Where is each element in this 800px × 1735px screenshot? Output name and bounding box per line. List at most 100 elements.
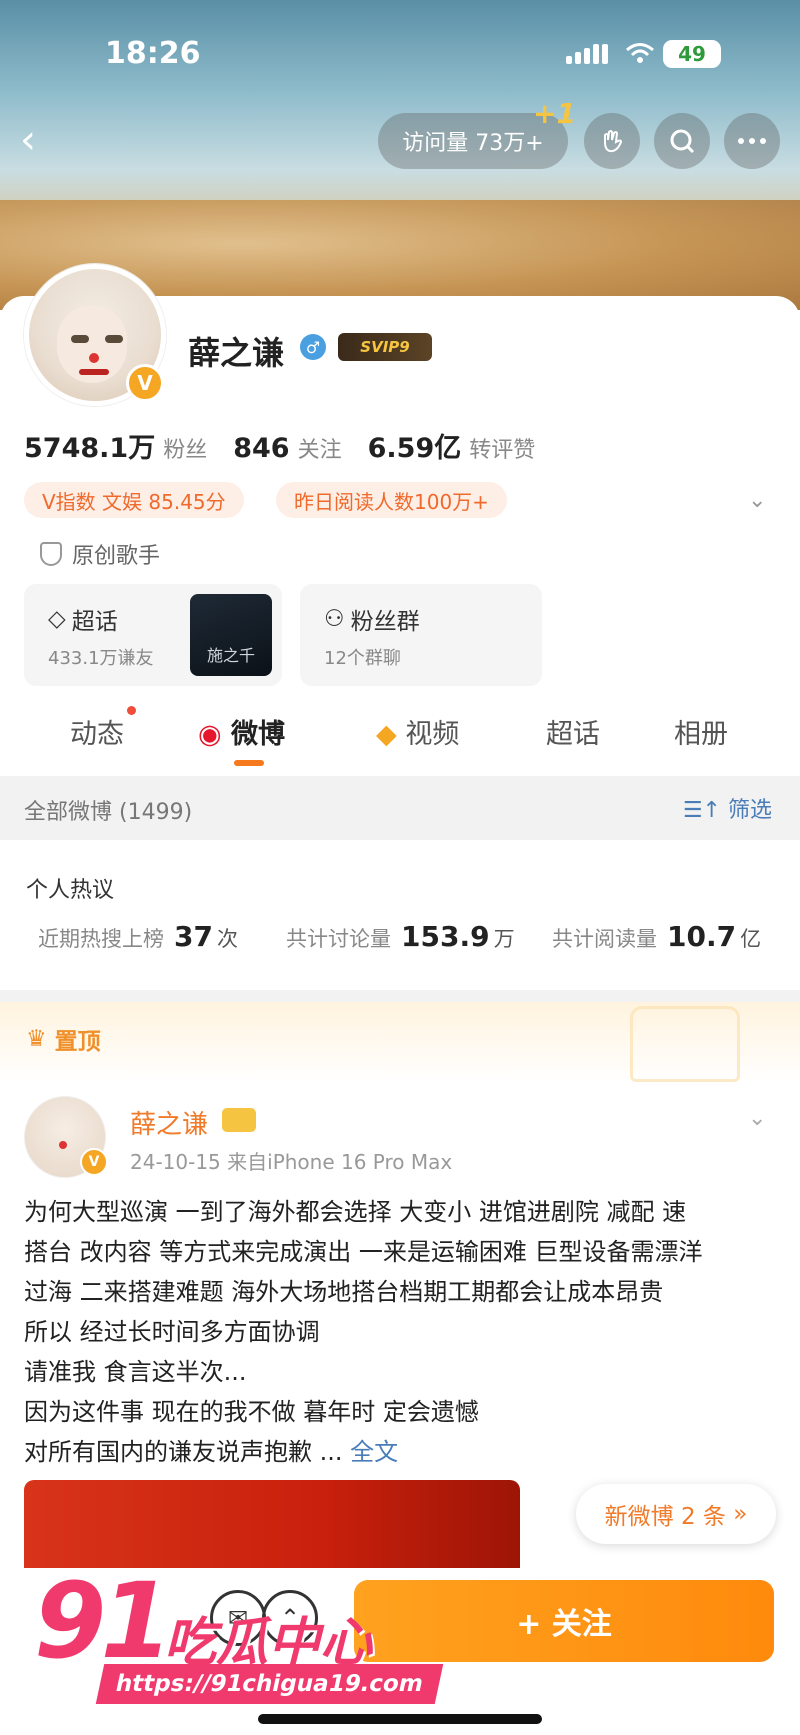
pinned-header: ♛ 置顶 xyxy=(0,1002,800,1082)
people-icon: ⚇ xyxy=(324,606,345,632)
tab-feed[interactable]: 动态 xyxy=(70,706,136,751)
search-icon xyxy=(670,129,695,154)
home-indicator xyxy=(258,1714,542,1724)
crown-decoration-icon xyxy=(630,1006,740,1082)
wifi-icon xyxy=(626,43,654,63)
hot-label: 近期热搜上榜 xyxy=(38,927,164,951)
section-divider xyxy=(0,990,800,1002)
post-line-text: 对所有国内的谦友说声抱歉 ... xyxy=(24,1438,343,1466)
stat-value: 6.59亿 xyxy=(367,433,462,464)
chevron-down-icon[interactable]: ⌄ xyxy=(748,488,766,513)
visits-counter[interactable]: 访问量 73万+ +1 xyxy=(378,97,576,169)
tab-label: 相册 xyxy=(674,719,728,750)
super-topic-thumbnail: 施之千 xyxy=(190,594,272,676)
certification: 原创歌手 xyxy=(40,538,160,570)
tab-label: 微博 xyxy=(230,719,285,750)
visits-plus-badge: +1 xyxy=(533,97,576,130)
post-line: 为何大型巡演 一到了海外都会选择 大变小 进馆进剧院 减配 速 xyxy=(24,1198,687,1226)
crown-icon: ♛ xyxy=(26,1026,47,1052)
post-meta: 24-10-15 来自iPhone 16 Pro Max xyxy=(130,1150,453,1174)
certification-label: 原创歌手 xyxy=(72,544,161,569)
stat-interactions[interactable]: 6.59亿 转评赞 xyxy=(368,426,536,465)
new-posts-label: 新微博 2 条 xyxy=(604,1504,726,1530)
diamond-icon: ◇ xyxy=(48,606,66,632)
stat-label: 粉丝 xyxy=(163,438,208,463)
super-topic-title: ◇ 超话 xyxy=(48,602,118,636)
profile-stats: 5748.1万 粉丝 846 关注 6.59亿 转评赞 xyxy=(24,426,535,465)
stat-following[interactable]: 846 关注 xyxy=(233,432,341,464)
gender-male-icon: ♂ xyxy=(300,334,326,360)
tab-label: 超话 xyxy=(546,719,600,750)
pinned-label: ♛ 置顶 xyxy=(26,1022,101,1056)
tab-album[interactable]: 相册 xyxy=(674,712,728,751)
status-time: 18:26 xyxy=(105,36,201,71)
back-arrow-icon[interactable]: ‹ xyxy=(20,118,60,162)
tab-label: 动态 xyxy=(70,719,124,750)
fan-group-card[interactable]: ⚇ 粉丝群 12个群聊 xyxy=(300,584,542,686)
discussion-stat: 共计讨论量 153.9 万 xyxy=(286,920,515,953)
new-posts-button[interactable]: 新微博 2 条 » xyxy=(576,1484,776,1544)
chevron-down-icon[interactable]: ⌄ xyxy=(748,1106,766,1131)
tab-weibo[interactable]: ◉ 微博 xyxy=(198,712,285,751)
hot-label: 共计阅读量 xyxy=(552,927,657,951)
filter-icon: ☰↑ xyxy=(682,798,721,823)
hot-unit: 亿 xyxy=(740,927,762,951)
filter-label: 筛选 xyxy=(727,798,772,823)
verified-badge-icon: V xyxy=(80,1148,108,1176)
fan-group-title: ⚇ 粉丝群 xyxy=(324,602,420,636)
post-author[interactable]: 薛之谦 xyxy=(130,1104,208,1141)
v-index-tag[interactable]: V指数 文娱 85.45分 xyxy=(24,482,244,518)
post-text[interactable]: 为何大型巡演 一到了海外都会选择 大变小 进馆进剧院 减配 速 搭台 改内容 等… xyxy=(24,1192,784,1472)
svip-badge[interactable]: SVIP9 xyxy=(338,333,432,361)
post-line: 因为这件事 现在的我不做 暮年时 定会遗憾 xyxy=(24,1398,479,1426)
hand-icon xyxy=(604,130,623,153)
stat-label: 转评赞 xyxy=(469,438,536,463)
profile-name: 薛之谦 xyxy=(188,334,285,372)
avatar-nose xyxy=(89,353,99,363)
post-line: 过海 二来搭建难题 海外大场地搭台档期工期都会让成本昂贵 xyxy=(24,1278,664,1306)
hot-value: 10.7 xyxy=(667,920,737,953)
tab-video[interactable]: ◆ 视频 xyxy=(376,712,459,751)
reads-tag[interactable]: 昨日阅读人数100万+ xyxy=(276,482,507,518)
watermark-logo: 91 吃瓜中心 https://91chigua19.com xyxy=(34,1560,454,1710)
weibo-logo-icon: ◉ xyxy=(198,719,222,750)
read-more-link[interactable]: 全文 xyxy=(350,1438,398,1466)
search-button[interactable] xyxy=(654,113,710,169)
stat-followers[interactable]: 5748.1万 粉丝 xyxy=(24,426,207,465)
reading-stat: 共计阅读量 10.7 亿 xyxy=(552,920,761,953)
filter-bar: 全部微博 (1499) ☰↑ 筛选 xyxy=(0,776,800,840)
tab-label: 视频 xyxy=(405,719,460,750)
super-topic-card[interactable]: ◇ 超话 433.1万谦友 施之千 xyxy=(24,584,282,686)
top-bar: ‹ 访问量 73万+ +1 xyxy=(0,97,800,172)
post-line: 所以 经过长时间多方面协调 xyxy=(24,1318,320,1346)
unread-dot xyxy=(127,706,136,715)
stat-label: 关注 xyxy=(297,438,342,463)
shield-icon xyxy=(40,542,62,566)
pinned-text: 置顶 xyxy=(54,1029,101,1055)
hot-value: 153.9 xyxy=(401,920,490,953)
verified-badge-icon: V xyxy=(126,364,164,402)
active-tab-indicator xyxy=(234,760,264,766)
more-button[interactable] xyxy=(724,113,780,169)
super-topic-sub: 433.1万谦友 xyxy=(48,648,154,669)
post-line: 请准我 食言这半次... xyxy=(24,1358,247,1386)
super-topic-label: 超话 xyxy=(71,609,118,635)
avatar-eye xyxy=(71,335,89,343)
stat-value: 5748.1万 xyxy=(24,433,156,464)
greet-hand-button[interactable] xyxy=(584,113,640,169)
all-weibo-count[interactable]: 全部微博 (1499) xyxy=(24,794,192,826)
avatar-mouth xyxy=(79,369,109,375)
fan-group-sub: 12个群聊 xyxy=(324,648,401,669)
hot-unit: 万 xyxy=(493,927,515,951)
battery-indicator: 49 xyxy=(663,40,721,68)
stat-value: 846 xyxy=(233,433,290,464)
video-icon: ◆ xyxy=(376,719,397,750)
double-chevron-down-icon: » xyxy=(733,1501,748,1527)
hot-value: 37 xyxy=(174,920,213,953)
post-line: 搭台 改内容 等方式来完成演出 一来是运输困难 巨型设备需漂洋 xyxy=(24,1238,703,1266)
status-bar: 18:26 49 xyxy=(0,36,800,76)
tab-super-topic[interactable]: 超话 xyxy=(546,712,600,751)
filter-button[interactable]: ☰↑ 筛选 xyxy=(683,792,772,824)
visits-label: 访问量 73万+ xyxy=(402,131,544,156)
hot-unit: 次 xyxy=(216,927,238,951)
